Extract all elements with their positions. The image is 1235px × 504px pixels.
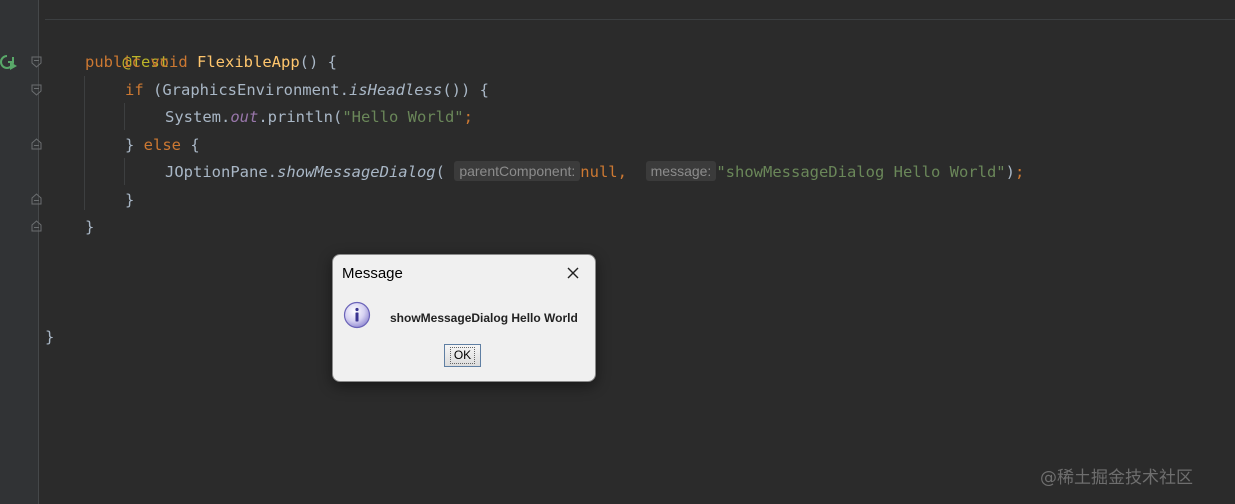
string-literal: "showMessageDialog Hello World": [716, 163, 1006, 181]
method-separator: [45, 19, 1235, 20]
code-text: JOptionPane.: [165, 163, 277, 181]
param-hint-parent-component: parentComponent:: [454, 161, 581, 181]
code-text: () {: [299, 53, 337, 71]
method-call: isHeadless: [348, 81, 443, 99]
code-line-8[interactable]: }: [85, 214, 94, 241]
fold-end-marker-icon[interactable]: [31, 220, 42, 232]
code-text: {: [181, 136, 200, 154]
info-icon: [343, 301, 371, 329]
code-line-3[interactable]: if (GraphicsEnvironment.isHeadless()) {: [125, 77, 489, 104]
keyword-if: if: [125, 81, 144, 99]
gutter-border: [38, 0, 39, 504]
keyword-void: void: [150, 53, 188, 71]
ok-button-label: OK: [449, 347, 476, 364]
code-text: ): [1005, 163, 1015, 181]
semicolon: ;: [463, 108, 473, 126]
method-call: showMessageDialog: [276, 163, 436, 181]
dialog-message: showMessageDialog Hello World: [390, 311, 578, 325]
static-field: out: [230, 108, 259, 126]
code-editor[interactable]: @Test public void FlexibleApp() { if (Gr…: [0, 0, 1235, 504]
code-text: (GraphicsEnvironment.: [143, 81, 349, 99]
fold-marker-icon[interactable]: [31, 84, 42, 96]
code-text: }: [125, 136, 144, 154]
code-line-9[interactable]: }: [45, 324, 54, 351]
code-line-2[interactable]: public void FlexibleApp() {: [85, 49, 337, 76]
method-name: FlexibleApp: [197, 53, 300, 71]
fold-end-marker-icon[interactable]: [31, 138, 42, 150]
string-literal: "Hello World": [342, 108, 464, 126]
dialog-title: Message: [342, 265, 403, 282]
closing-brace: }: [125, 191, 135, 209]
keyword-public: public: [85, 53, 141, 71]
message-dialog[interactable]: Message showMessageDialog Hello World OK: [332, 254, 596, 382]
watermark: @稀土掘金技术社区: [1040, 468, 1193, 488]
code-line-1[interactable]: @Test: [85, 22, 169, 71]
code-text: .println(: [258, 108, 343, 126]
closing-brace: }: [85, 218, 95, 236]
close-icon[interactable]: [565, 265, 581, 281]
code-text: ()) {: [442, 81, 489, 99]
code-text: System.: [165, 108, 231, 126]
run-test-icon[interactable]: [0, 53, 18, 71]
code-line-4[interactable]: System.out.println("Hello World";: [165, 104, 473, 131]
code-line-5[interactable]: } else {: [125, 132, 200, 159]
fold-marker-icon[interactable]: [31, 56, 42, 68]
ok-button[interactable]: OK: [444, 344, 481, 367]
closing-brace: }: [45, 328, 55, 346]
semicolon: ;: [1014, 163, 1025, 181]
keyword-null: null,: [580, 163, 627, 181]
keyword-else: else: [143, 136, 181, 154]
code-line-7[interactable]: }: [125, 187, 134, 214]
code-text: (: [435, 163, 445, 181]
indent-guide: [124, 103, 125, 130]
editor-gutter: [0, 0, 38, 504]
indent-guide: [124, 158, 125, 185]
fold-end-marker-icon[interactable]: [31, 193, 42, 205]
param-hint-message: message:: [645, 161, 717, 181]
code-line-6[interactable]: JOptionPane.showMessageDialog( parentCom…: [165, 159, 1024, 186]
